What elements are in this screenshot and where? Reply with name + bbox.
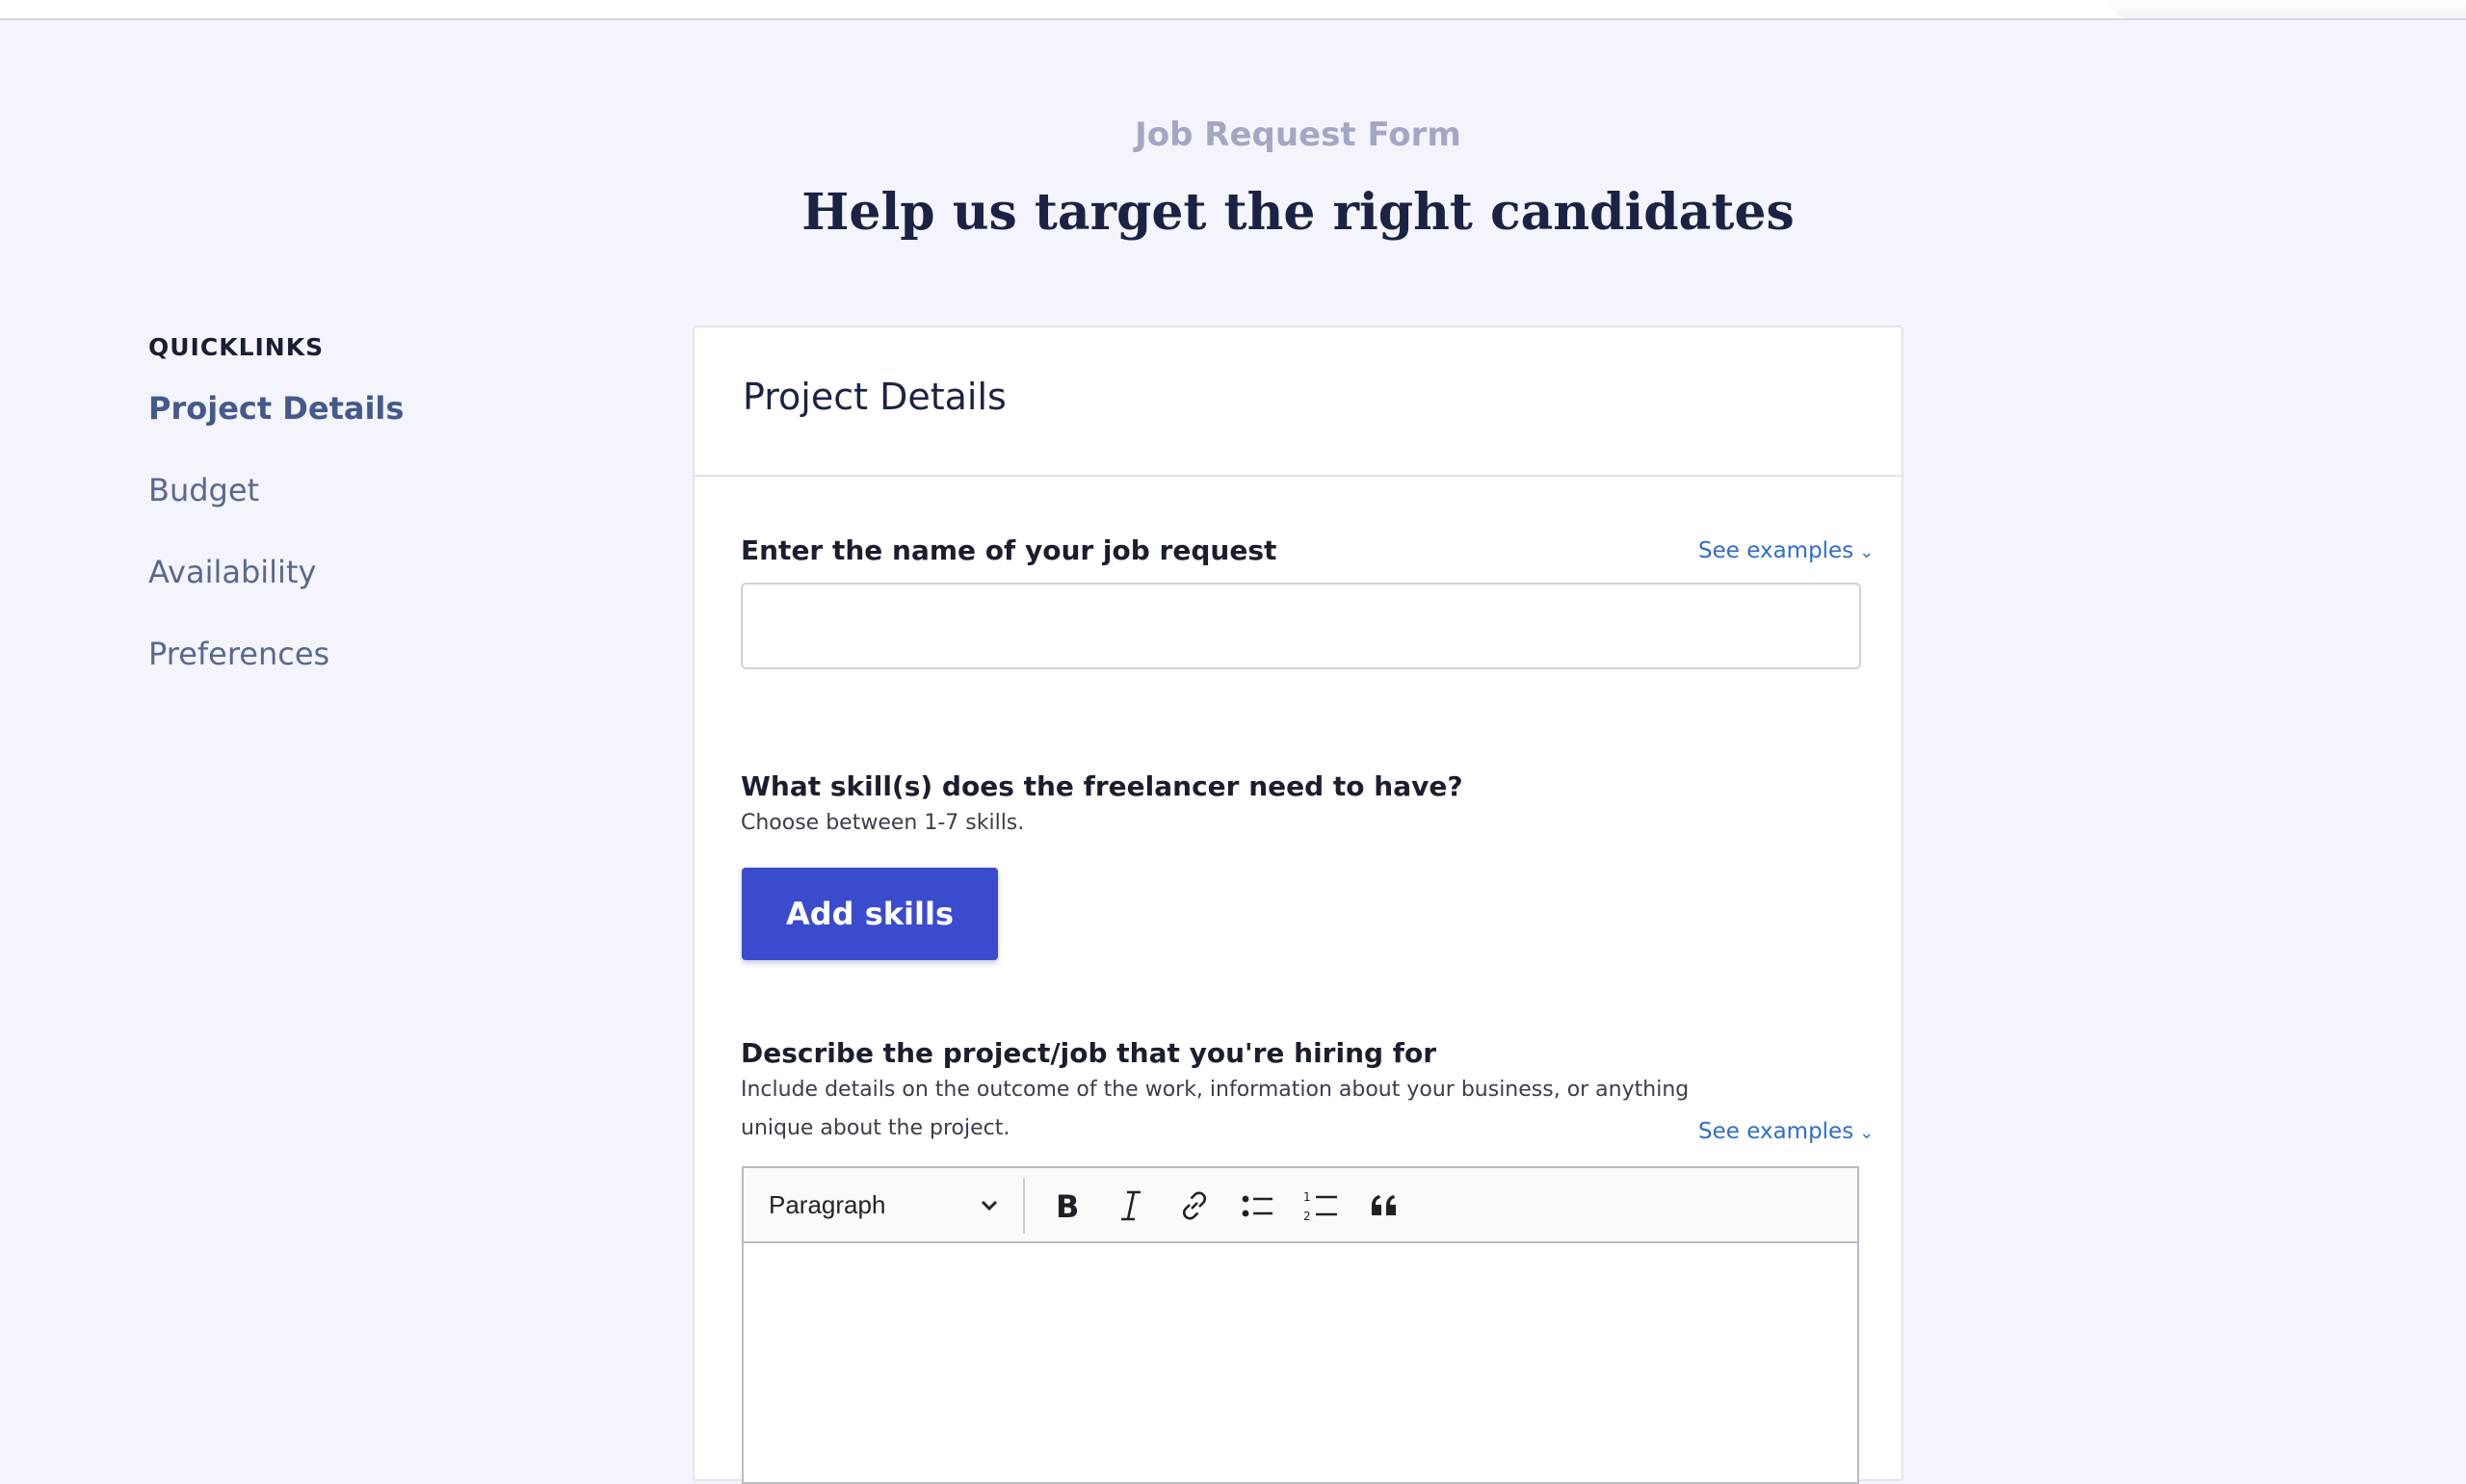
chevron-down-icon: ⌄ [1859, 542, 1875, 562]
description-label: Describe the project/job that you're hir… [741, 1037, 1437, 1069]
card-header: Project Details [695, 327, 1902, 477]
blockquote-icon[interactable] [1362, 1182, 1408, 1228]
quicklink-availability[interactable]: Availability [148, 554, 404, 590]
see-examples-job-name[interactable]: See examples ⌄ [1698, 538, 1874, 563]
paragraph-format-select[interactable]: Paragraph [769, 1168, 1000, 1241]
svg-text:2: 2 [1303, 1210, 1311, 1223]
quicklink-project-details[interactable]: Project Details [148, 390, 404, 427]
browser-top-bar [0, 0, 2466, 20]
see-examples-label: See examples [1698, 1119, 1854, 1144]
toolbar-divider [1023, 1178, 1025, 1234]
see-examples-description[interactable]: See examples ⌄ [1698, 1119, 1874, 1144]
link-icon[interactable] [1171, 1182, 1218, 1228]
quicklinks-title: QUICKLINKS [148, 333, 325, 361]
form-eyebrow: Job Request Form [1135, 116, 1461, 154]
skills-label: What skill(s) does the freelancer need t… [741, 770, 1463, 802]
chevron-down-icon [979, 1168, 1000, 1269]
svg-text:B: B [1056, 1188, 1079, 1223]
see-examples-label: See examples [1698, 538, 1854, 563]
rich-text-editor: Paragraph B 1 2 [742, 1166, 1859, 1484]
project-details-card: Project Details Enter the name of your j… [693, 325, 1903, 1484]
numbered-list-icon[interactable]: 1 2 [1299, 1182, 1345, 1228]
page-title: Help us target the right candidates [801, 183, 1795, 242]
italic-icon[interactable] [1108, 1182, 1154, 1228]
add-skills-button[interactable]: Add skills [742, 868, 998, 960]
description-help-line2: unique about the project. [741, 1116, 1010, 1140]
bold-icon[interactable]: B [1044, 1182, 1090, 1228]
quicklink-budget[interactable]: Budget [148, 472, 404, 508]
svg-text:1: 1 [1303, 1190, 1311, 1204]
job-name-label: Enter the name of your job request [741, 534, 1277, 566]
job-name-input[interactable] [741, 583, 1861, 669]
bulleted-list-icon[interactable] [1235, 1182, 1281, 1228]
format-select-value: Paragraph [769, 1190, 886, 1219]
chevron-down-icon: ⌄ [1859, 1123, 1875, 1143]
quicklinks-nav: QUICKLINKS Project Details Budget Availa… [148, 333, 404, 672]
quicklink-preferences[interactable]: Preferences [148, 636, 404, 672]
top-bar-shadow [2110, 0, 2466, 18]
editor-toolbar: Paragraph B 1 2 [744, 1168, 1857, 1243]
skills-help: Choose between 1-7 skills. [741, 811, 1025, 835]
description-help-line1: Include details on the outcome of the wo… [741, 1078, 1690, 1102]
card-title: Project Details [743, 376, 1007, 418]
editor-content-area[interactable] [744, 1243, 1857, 1484]
